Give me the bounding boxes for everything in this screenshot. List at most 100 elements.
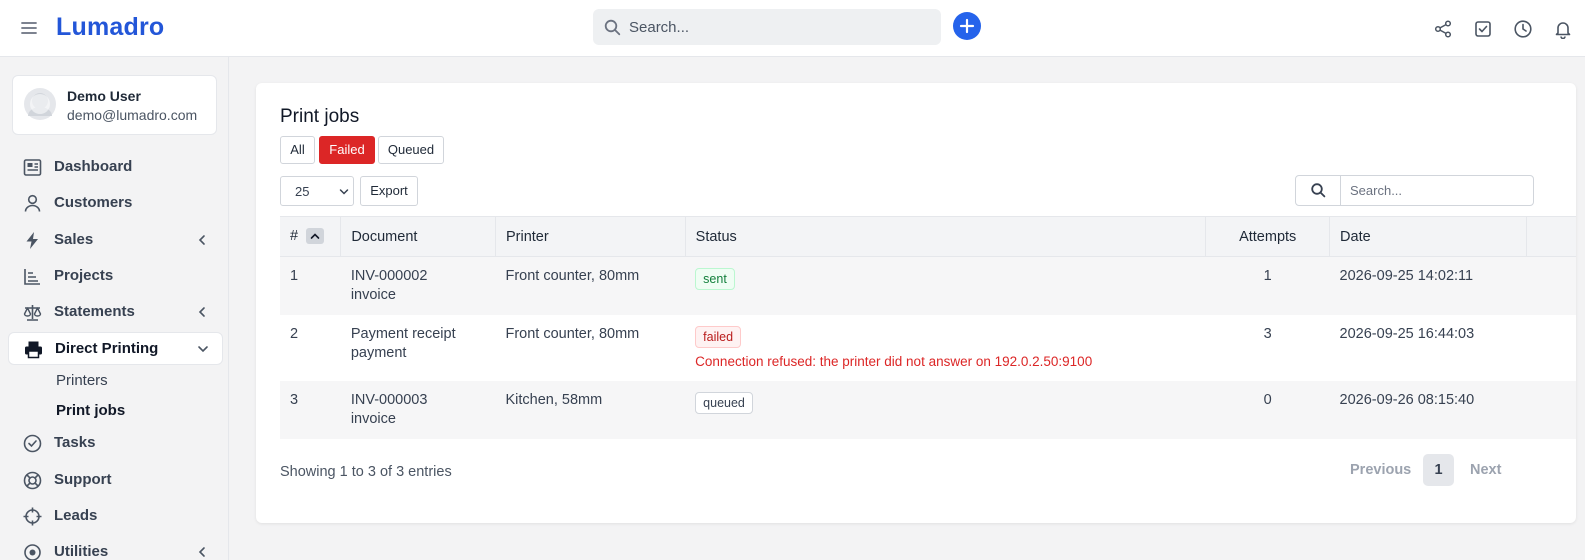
sidebar-item-projects[interactable]: Projects [8, 259, 223, 293]
crosshair-icon [22, 506, 43, 527]
printer-cell: Front counter, 80mm [495, 256, 686, 315]
table-search[interactable] [1295, 175, 1534, 206]
filter-queued-button[interactable]: Queued [378, 136, 444, 164]
status-cell: sent [685, 256, 1206, 315]
page-length-select[interactable]: 25 [280, 176, 354, 206]
table-search-input[interactable] [1350, 176, 1525, 205]
document-cell: INV-000003 invoice [340, 381, 496, 439]
chevron-left-icon [196, 546, 208, 558]
actions-cell [1526, 381, 1576, 439]
next-page-button[interactable]: Next [1470, 454, 1501, 486]
sidebar-item-label: Tasks [54, 434, 96, 451]
date-cell: 2026-09-26 08:15:40 [1329, 381, 1527, 439]
document-name[interactable]: INV-000002 [351, 268, 428, 284]
dashboard-icon [22, 157, 43, 178]
gear-icon [22, 542, 43, 560]
table-row[interactable]: 2 Payment receipt payment Front counter, … [280, 315, 1576, 381]
chevron-down-icon [197, 343, 209, 355]
row-number: 3 [280, 381, 341, 439]
brand-logo[interactable]: Lumadro [56, 13, 164, 42]
document-name[interactable]: Payment receipt [351, 326, 456, 342]
sidebar-item-leads[interactable]: Leads [8, 499, 223, 533]
sidebar-item-label: Sales [54, 231, 94, 248]
filter-all-button[interactable]: All [280, 136, 315, 164]
column-header-date[interactable]: Date [1329, 216, 1527, 257]
date-cell: 2026-09-25 14:02:11 [1329, 256, 1527, 315]
sidebar-item-label: Support [54, 471, 112, 488]
avatar [24, 88, 56, 120]
actions-cell [1526, 315, 1576, 381]
sort-up-icon[interactable] [306, 227, 325, 244]
sidebar-item-utilities[interactable]: Utilities [8, 535, 223, 560]
table-row[interactable]: 1 INV-000002 invoice Front counter, 80mm … [280, 256, 1576, 315]
sidebar-item-customers[interactable]: Customers [8, 186, 223, 220]
document-name[interactable]: INV-000003 [351, 392, 428, 408]
clock-icon[interactable] [1513, 19, 1533, 39]
attempts-cell: 0 [1205, 381, 1330, 439]
table-row[interactable]: 3 INV-000003 invoice Kitchen, 58mm queued… [280, 381, 1576, 439]
menu-icon[interactable] [19, 19, 39, 37]
export-button[interactable]: Export [360, 176, 418, 206]
user-card[interactable]: Demo User demo@lumadro.com [12, 75, 217, 135]
sidebar-item-label: Statements [54, 303, 135, 320]
sidebar-item-tasks[interactable]: Tasks [8, 426, 223, 460]
user-email: demo@lumadro.com [67, 107, 198, 123]
sidebar-item-sales[interactable]: Sales [8, 223, 223, 257]
task-check-icon[interactable] [1473, 19, 1493, 39]
sidebar-item-dashboard[interactable]: Dashboard [8, 150, 223, 184]
sidebar-item-label: Direct Printing [55, 340, 159, 357]
sidebar-item-direct-printing[interactable]: Direct Printing [8, 332, 223, 365]
sidebar-item-label: Customers [54, 194, 133, 211]
attempts-cell: 1 [1205, 256, 1330, 315]
status-badge: failed [695, 326, 742, 348]
date-cell: 2026-09-25 16:44:03 [1339, 326, 1475, 342]
row-number: 2 [290, 326, 299, 342]
status-cell: failed Connection refused: the printer di… [685, 315, 1206, 381]
filter-failed-button[interactable]: Failed [319, 136, 375, 164]
search-icon [604, 19, 621, 36]
sidebar-item-label: Leads [54, 507, 98, 524]
top-bar: Lumadro [0, 0, 1585, 57]
printer-icon [23, 339, 44, 360]
column-header-attempts[interactable]: Attempts [1205, 216, 1331, 257]
document-type: invoice [350, 411, 396, 427]
sidebar-item-label: Projects [54, 267, 114, 284]
global-search[interactable] [593, 9, 941, 45]
user-icon [22, 193, 43, 214]
sidebar-subitem-printers[interactable]: Printers [56, 372, 108, 389]
row-number: 1 [280, 256, 341, 315]
column-header-document[interactable]: Document [340, 216, 496, 257]
scale-icon [22, 302, 43, 323]
user-name: Demo User [67, 88, 141, 104]
print-jobs-card: Print jobs All Failed Queued 25 Export #… [256, 83, 1576, 523]
sidebar-item-label: Utilities [54, 543, 109, 560]
error-message: Connection refused: the printer did not … [695, 354, 1093, 369]
check-circle-icon [22, 433, 43, 454]
share-icon[interactable] [1433, 19, 1453, 39]
status-badge: sent [695, 268, 735, 290]
document-cell: Payment receipt payment [341, 315, 496, 381]
chevron-left-icon [196, 234, 208, 246]
column-header-actions [1526, 216, 1576, 257]
chevron-left-icon [196, 306, 208, 318]
sidebar-subitem-print-jobs[interactable]: Print jobs [56, 402, 125, 419]
bolt-icon [22, 230, 43, 251]
search-icon [1296, 176, 1341, 205]
status-badge: queued [695, 392, 753, 414]
bell-icon[interactable] [1553, 19, 1573, 39]
column-header-number[interactable]: # [280, 216, 342, 257]
page-1-button[interactable]: 1 [1423, 454, 1454, 486]
printer-cell: Front counter, 80mm [505, 326, 640, 342]
previous-page-button[interactable]: Previous [1350, 454, 1411, 486]
column-header-status[interactable]: Status [685, 216, 1207, 257]
sidebar-item-support[interactable]: Support [8, 463, 223, 497]
entries-info: Showing 1 to 3 of 3 entries [280, 464, 452, 480]
attempts-cell: 3 [1263, 326, 1272, 342]
sidebar-item-statements[interactable]: Statements [8, 295, 223, 329]
page-length-value: 25 [295, 184, 310, 199]
lifebuoy-icon [22, 470, 43, 491]
column-header-printer[interactable]: Printer [495, 216, 686, 257]
table-header-row: # Document Printer Status Attempts Date [280, 216, 1576, 257]
global-search-input[interactable] [629, 9, 929, 45]
add-button[interactable] [953, 12, 981, 40]
